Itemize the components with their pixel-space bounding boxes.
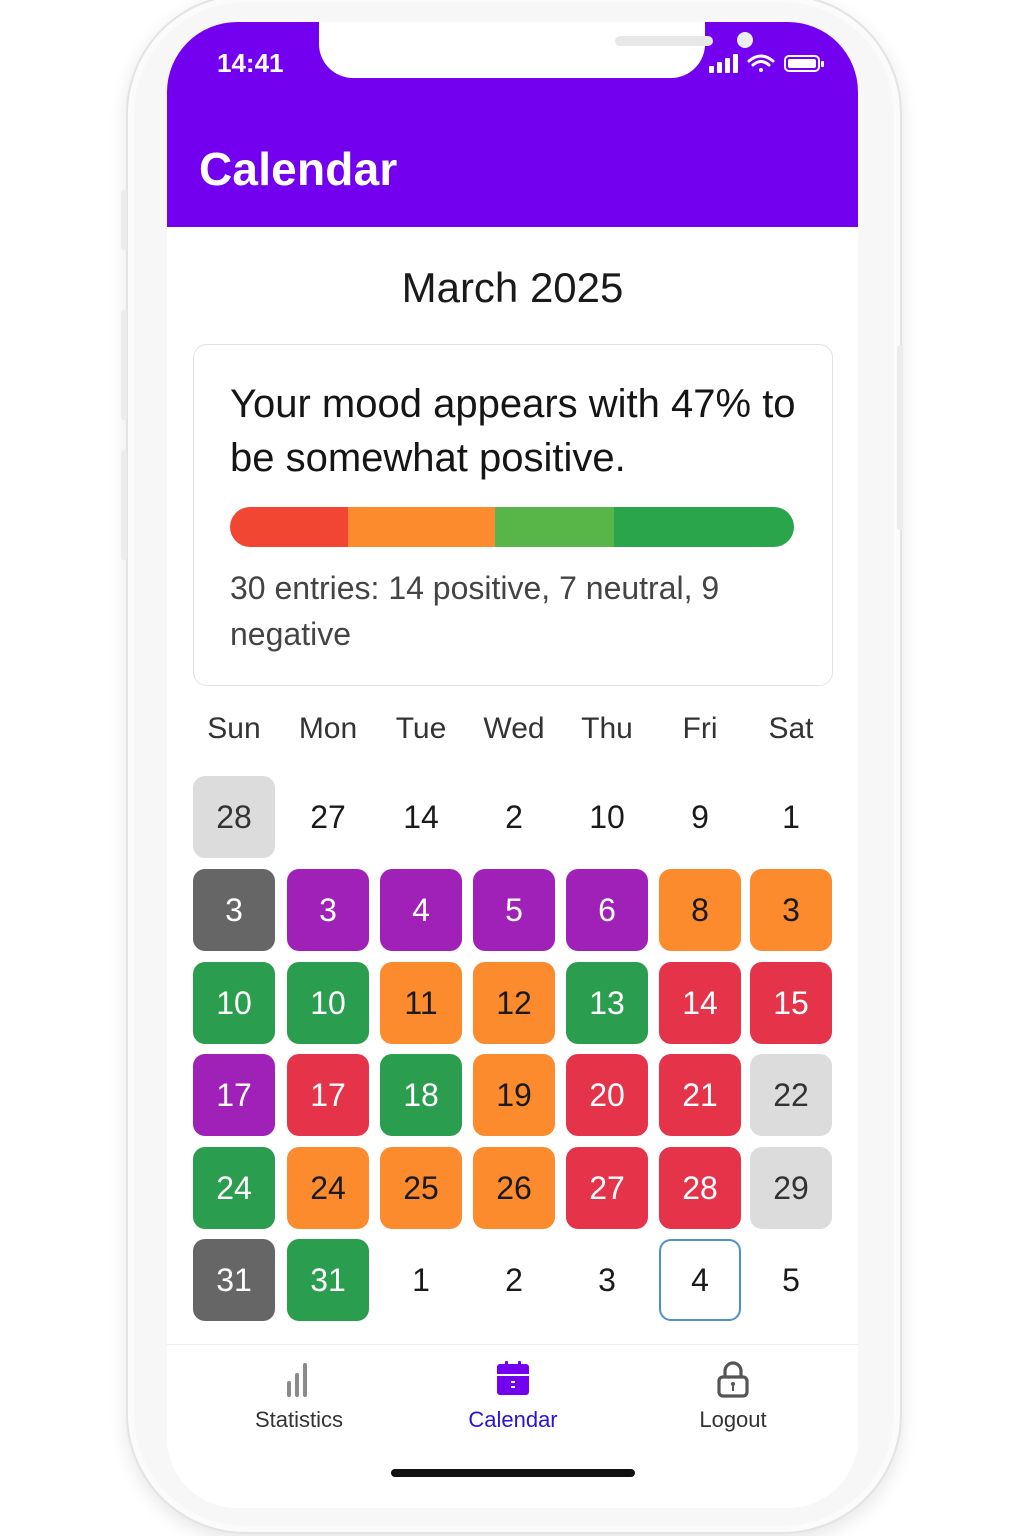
mood-bar-segment-negative xyxy=(230,507,349,547)
calendar-day-cell[interactable]: 13 xyxy=(566,962,648,1044)
bottom-tab-bar: Statistics Calendar Logout xyxy=(167,1344,858,1508)
phone-side-button xyxy=(121,190,127,250)
calendar-day-cell[interactable]: 20 xyxy=(566,1054,648,1136)
phone-side-button xyxy=(121,310,127,420)
calendar-day-cell[interactable]: 17 xyxy=(287,1054,369,1136)
calendar-day-cell[interactable]: 2 xyxy=(473,1239,555,1321)
calendar-day-cell[interactable]: 3 xyxy=(750,869,832,951)
mood-summary-text: Your mood appears with 47% to be somewha… xyxy=(230,382,796,480)
calendar-day-cell[interactable]: 14 xyxy=(380,776,462,858)
calendar-day-cell[interactable]: 5 xyxy=(473,869,555,951)
calendar-day-cell[interactable]: 10 xyxy=(193,962,275,1044)
calendar-icon xyxy=(497,1361,529,1395)
calendar-day-cell-today[interactable]: 4 xyxy=(659,1239,741,1321)
device-notch xyxy=(319,22,753,78)
calendar-day-cell[interactable]: 28 xyxy=(659,1147,741,1229)
calendar-day-cell[interactable]: 1 xyxy=(750,776,832,858)
signal-icon xyxy=(709,54,738,73)
weekday-thu: Thu xyxy=(581,712,633,745)
weekday-wed: Wed xyxy=(483,712,545,745)
tab-calendar[interactable]: Calendar xyxy=(438,1359,588,1433)
calendar-day-cell[interactable]: 24 xyxy=(193,1147,275,1229)
phone-side-button xyxy=(897,345,903,530)
calendar-day-cell[interactable]: 3 xyxy=(566,1239,648,1321)
phone-side-button xyxy=(121,450,127,560)
tab-calendar-label: Calendar xyxy=(468,1407,558,1432)
weekday-mon: Mon xyxy=(298,712,358,745)
calendar-day-cell[interactable]: 29 xyxy=(750,1147,832,1229)
battery-icon xyxy=(784,55,824,72)
weekday-fri: Fri xyxy=(682,712,718,745)
bar-chart-icon xyxy=(287,1363,307,1397)
calendar-day-cell[interactable]: 4 xyxy=(380,869,462,951)
calendar-day-cell[interactable]: 11 xyxy=(380,962,462,1044)
lock-icon xyxy=(717,1361,749,1398)
mood-bar-segment-positive xyxy=(613,507,794,547)
speaker-grille xyxy=(615,36,713,46)
page-title: Calendar xyxy=(199,143,398,195)
wifi-icon xyxy=(747,54,775,72)
calendar-day-cell[interactable]: 17 xyxy=(193,1054,275,1136)
status-time: 14:41 xyxy=(217,48,284,78)
tab-statistics[interactable]: Statistics xyxy=(224,1359,374,1433)
home-indicator xyxy=(391,1469,635,1477)
calendar-day-cell[interactable]: 10 xyxy=(566,776,648,858)
calendar-day-cell[interactable]: 21 xyxy=(659,1054,741,1136)
calendar-day-cell[interactable]: 14 xyxy=(659,962,741,1044)
weekday-sat: Sat xyxy=(768,712,814,745)
calendar-day-cell[interactable]: 24 xyxy=(287,1147,369,1229)
front-camera xyxy=(737,32,753,48)
weekday-tue: Tue xyxy=(395,712,447,745)
calendar-day-cell[interactable]: 31 xyxy=(287,1239,369,1321)
calendar-day-cell[interactable]: 27 xyxy=(566,1147,648,1229)
tab-statistics-label: Statistics xyxy=(254,1407,344,1432)
mood-bar-segment-somewhat-positive xyxy=(495,507,614,547)
calendar-day-cell[interactable]: 3 xyxy=(287,869,369,951)
calendar-day-cell[interactable]: 27 xyxy=(287,776,369,858)
calendar-day-cell[interactable]: 25 xyxy=(380,1147,462,1229)
calendar-day-cell[interactable]: 19 xyxy=(473,1054,555,1136)
weekday-sun: Sun xyxy=(207,712,261,745)
calendar-day-cell[interactable]: 15 xyxy=(750,962,832,1044)
calendar-day-cell[interactable]: 18 xyxy=(380,1054,462,1136)
calendar-day-cell[interactable]: 5 xyxy=(750,1239,832,1321)
calendar-day-cell[interactable]: 1 xyxy=(380,1239,462,1321)
tab-logout[interactable]: Logout xyxy=(658,1359,808,1433)
calendar-day-cell[interactable]: 9 xyxy=(659,776,741,858)
mood-bar-segment-somewhat-negative xyxy=(348,507,496,547)
calendar-day-cell[interactable]: 28 xyxy=(193,776,275,858)
calendar-day-cell[interactable]: 10 xyxy=(287,962,369,1044)
entries-summary: 30 entries: 14 positive, 7 neutral, 9 ne… xyxy=(230,570,720,652)
month-title: March 2025 xyxy=(401,264,624,311)
status-icons xyxy=(709,54,824,73)
tab-logout-label: Logout xyxy=(699,1407,767,1432)
mood-summary-card: Your mood appears with 47% to be somewha… xyxy=(193,344,833,686)
calendar-day-cell[interactable]: 2 xyxy=(473,776,555,858)
calendar-day-cell[interactable]: 8 xyxy=(659,869,741,951)
mood-distribution-bar xyxy=(230,507,794,547)
calendar-day-cell[interactable]: 6 xyxy=(566,869,648,951)
calendar-day-cell[interactable]: 22 xyxy=(750,1054,832,1136)
app-screen: 14:41 Calendar March 2025 Your mood appe… xyxy=(167,22,858,1508)
calendar-day-cell[interactable]: 3 xyxy=(193,869,275,951)
calendar-day-cell[interactable]: 31 xyxy=(193,1239,275,1321)
calendar-day-cell[interactable]: 12 xyxy=(473,962,555,1044)
calendar-day-cell[interactable]: 26 xyxy=(473,1147,555,1229)
